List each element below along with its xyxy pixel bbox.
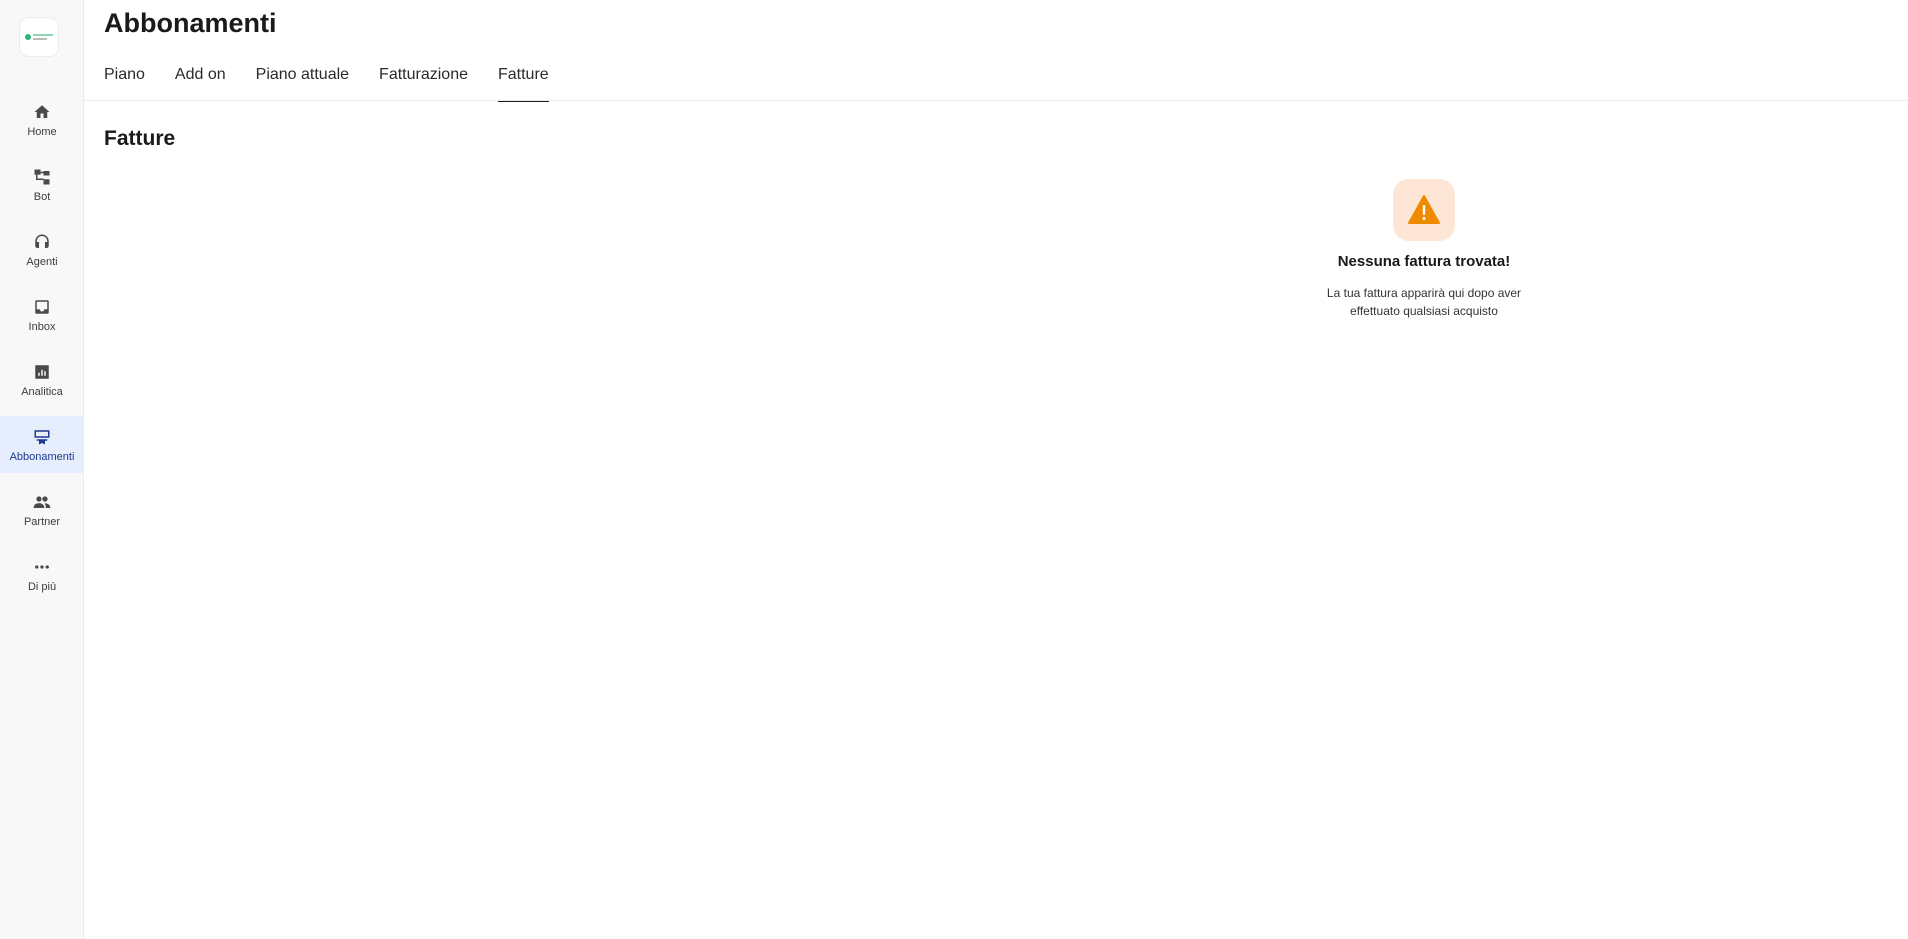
- sidebar-item-label: Di più: [27, 580, 57, 593]
- empty-state-title: Nessuna fattura trovata!: [1337, 253, 1511, 270]
- sidebar-item-home[interactable]: Home: [0, 91, 84, 148]
- more-dots-icon: [32, 557, 52, 577]
- empty-state: Nessuna fattura trovata! La tua fattura …: [1294, 179, 1554, 320]
- tab-add-on[interactable]: Add on: [175, 66, 226, 102]
- tabs-divider: [84, 100, 1908, 101]
- headset-icon: [32, 232, 52, 252]
- sidebar-item-label: Bot: [33, 190, 51, 203]
- sidebar-item-analitica[interactable]: Analitica: [0, 351, 84, 408]
- sidebar-item-label: Partner: [23, 515, 61, 528]
- sidebar-nav: Home Bot Agenti Inbox Analitica Abboname…: [0, 91, 84, 611]
- tab-fatturazione[interactable]: Fatturazione: [379, 66, 468, 102]
- tab-piano-attuale[interactable]: Piano attuale: [256, 66, 349, 102]
- tab-bar: Piano Add on Piano attuale Fatturazione …: [104, 66, 579, 102]
- logo-wordmark: [33, 34, 53, 40]
- sidebar-item-partner[interactable]: Partner: [0, 481, 84, 538]
- sidebar: Home Bot Agenti Inbox Analitica Abboname…: [0, 0, 84, 939]
- sidebar-item-abbonamenti[interactable]: Abbonamenti: [0, 416, 84, 473]
- tab-piano[interactable]: Piano: [104, 66, 145, 102]
- page-title: Abbonamenti: [104, 8, 277, 38]
- sidebar-item-label: Analitica: [21, 385, 63, 398]
- empty-state-message: La tua fattura apparirà qui dopo aver ef…: [1294, 284, 1554, 320]
- inbox-icon: [32, 297, 52, 317]
- empty-state-line-2: effettuato qualsiasi acquisto: [1350, 304, 1498, 318]
- empty-state-line-1: La tua fattura apparirà qui dopo aver: [1326, 286, 1522, 300]
- chart-icon: [32, 362, 52, 382]
- logo-dot: [25, 34, 31, 40]
- sidebar-item-label: Agenti: [26, 255, 58, 268]
- sidebar-item-agenti[interactable]: Agenti: [0, 221, 84, 278]
- warning-icon-container: [1393, 179, 1455, 241]
- people-icon: [32, 492, 52, 512]
- sidebar-item-bot[interactable]: Bot: [0, 156, 84, 213]
- brand-logo[interactable]: [19, 17, 59, 57]
- sidebar-item-label: Inbox: [28, 320, 56, 333]
- warning-icon: [1408, 195, 1440, 224]
- section-title: Fatture: [104, 127, 176, 150]
- flow-icon: [32, 167, 52, 187]
- subscription-icon: [32, 427, 52, 447]
- tab-fatture[interactable]: Fatture: [497, 66, 549, 102]
- sidebar-item-inbox[interactable]: Inbox: [0, 286, 84, 343]
- sidebar-item-more[interactable]: Di più: [0, 546, 84, 603]
- sidebar-item-label: Home: [27, 125, 57, 138]
- sidebar-item-label: Abbonamenti: [9, 450, 75, 463]
- home-icon: [32, 102, 52, 122]
